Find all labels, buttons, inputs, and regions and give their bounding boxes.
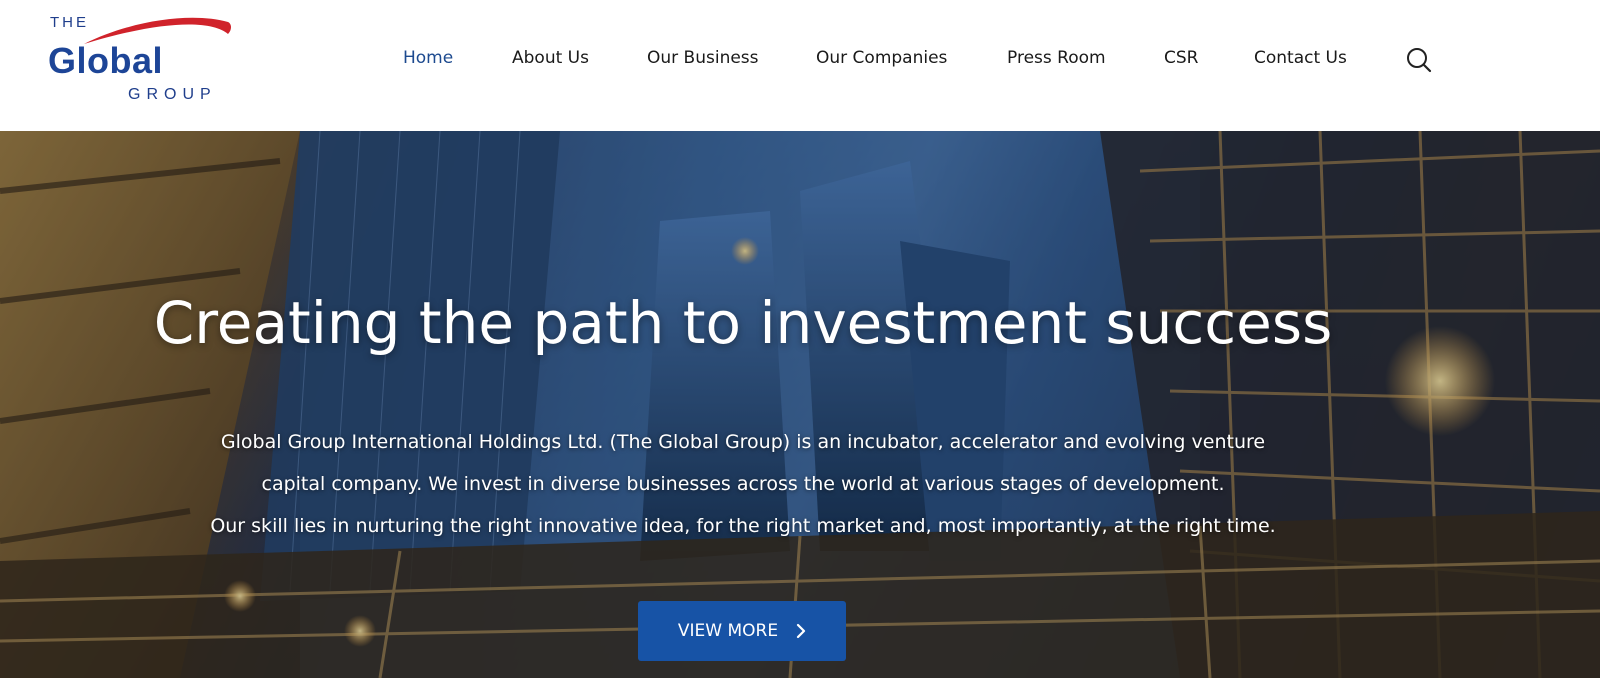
nav-item-press-room[interactable]: Press Room: [1007, 48, 1106, 68]
view-more-button[interactable]: VIEW MORE: [638, 601, 846, 661]
hero-background-image: [0, 131, 1600, 678]
logo-the-text: THE: [50, 14, 89, 31]
nav-item-our-companies[interactable]: Our Companies: [816, 48, 947, 68]
hero-banner: Creating the path to investment success …: [0, 131, 1600, 678]
chevron-right-icon: [796, 623, 806, 639]
global-group-logo[interactable]: THE Global GROUP: [44, 12, 254, 112]
nav-item-home[interactable]: Home: [403, 48, 453, 68]
site-header: THE Global GROUP Home About Us Our Busin…: [0, 0, 1600, 131]
nav-item-csr[interactable]: CSR: [1164, 48, 1198, 68]
hero-description-line: capital company. We invest in diverse bu…: [261, 473, 1225, 495]
hero-description-line: Our skill lies in nurturing the right in…: [210, 515, 1276, 537]
hero-description-line: Global Group International Holdings Ltd.…: [220, 431, 1266, 453]
nav-item-our-business[interactable]: Our Business: [647, 48, 759, 68]
view-more-label: VIEW MORE: [677, 621, 779, 641]
logo-group-text: GROUP: [128, 86, 217, 103]
nav-item-contact-us[interactable]: Contact Us: [1254, 48, 1347, 68]
hero-title: Creating the path to investment success: [153, 289, 1333, 357]
logo-global-text: Global: [48, 40, 164, 81]
hero-description: Global Group International Holdings Ltd.…: [0, 421, 1486, 547]
search-icon[interactable]: [1405, 46, 1433, 74]
nav-item-about-us[interactable]: About Us: [512, 48, 589, 68]
